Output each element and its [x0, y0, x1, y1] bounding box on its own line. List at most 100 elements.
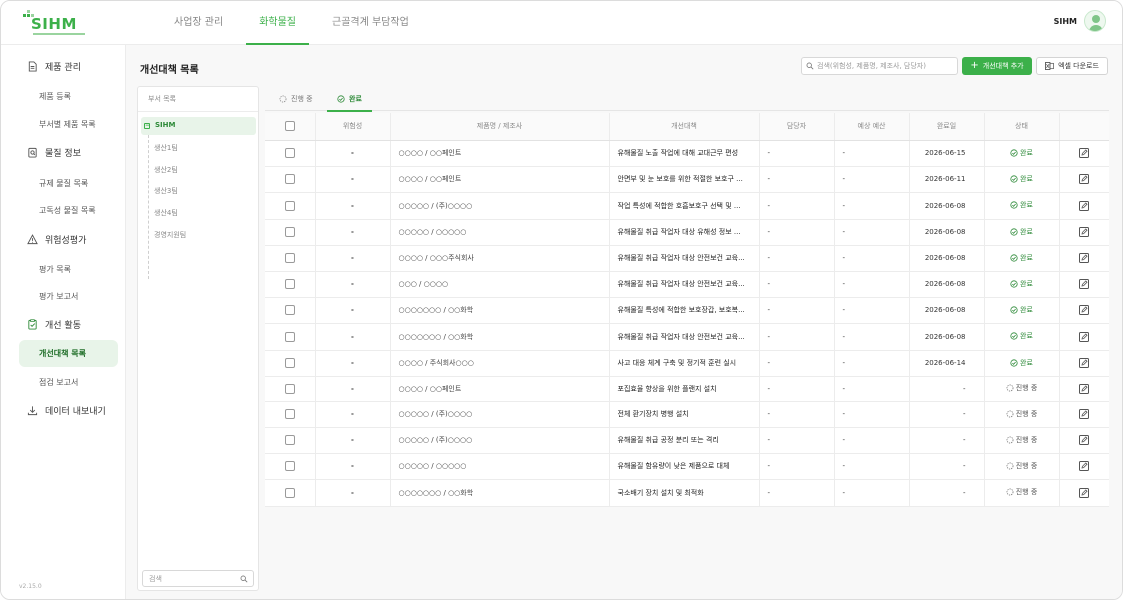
edit-cell [1059, 376, 1109, 402]
sidebar-group-risk[interactable]: 위험성평가 [27, 233, 86, 246]
col-header-product[interactable]: 제품명 / 제조사 [390, 113, 610, 141]
avatar[interactable] [1084, 10, 1106, 32]
col-header-date[interactable]: 완료일 [909, 113, 985, 141]
sidebar-group-export[interactable]: 데이터 내보내기 [27, 404, 106, 417]
row-checkbox[interactable] [284, 358, 295, 368]
col-header-budget[interactable]: 예상 예산 [834, 113, 910, 141]
edit-icon[interactable] [1079, 331, 1090, 342]
row-checkbox[interactable] [284, 200, 295, 211]
edit-icon[interactable] [1079, 279, 1090, 289]
sidebar-item-product-register[interactable]: 제품 등록 [39, 91, 71, 102]
check-circle-icon [337, 94, 345, 103]
row-checkbox[interactable] [284, 305, 295, 315]
edit-icon[interactable] [1079, 200, 1090, 211]
col-header-manager[interactable]: 담당자 [759, 113, 835, 141]
table-row[interactable]: - ○○○○○○○ / ○○화학 유해물질 특성에 적합한 보호장갑, 보호복...… [265, 297, 1109, 324]
budget-cell: - [834, 245, 910, 272]
col-header-measure[interactable]: 개선대책 [609, 113, 760, 141]
logo[interactable]: SIHM [21, 9, 85, 37]
table-row[interactable]: - ○○○○○○○ / ○○화학 국소배기 장치 설치 및 최적화 - - - 진행 중 [265, 479, 1109, 507]
table-row[interactable]: - ○○○○○ / ○○○○○ 유해물질 취급 작업자 대상 유해성 정보 ... -… [265, 219, 1109, 246]
sidebar-group-product[interactable]: 제품 관리 [27, 60, 81, 73]
edit-icon[interactable] [1079, 253, 1090, 263]
search-icon[interactable] [240, 575, 248, 583]
row-checkbox[interactable] [284, 383, 295, 394]
dept-root-item[interactable]: − SIHM [141, 117, 256, 135]
check-circle-icon [1010, 227, 1018, 236]
topnav-tab-musculoskeletal[interactable]: 근골격계 부담작업 [319, 1, 422, 45]
tab-completed[interactable]: 완료 [327, 86, 372, 112]
edit-icon[interactable] [1079, 435, 1090, 445]
topnav-tab-chemical[interactable]: 화학물질 [246, 1, 309, 45]
row-checkbox[interactable] [284, 174, 295, 184]
sidebar-item-eval-report[interactable]: 평가 보고서 [39, 291, 78, 302]
dept-search-box[interactable] [142, 570, 254, 587]
table-row[interactable]: - ○○○○ / ○○페인트 안면부 및 눈 보호를 위한 적절한 보호구 ... -… [265, 166, 1109, 193]
status-cell: 진행 중 [984, 427, 1060, 454]
dept-search-input[interactable] [149, 573, 237, 584]
row-checkbox[interactable] [284, 331, 295, 342]
clipboard-check-icon [28, 319, 37, 330]
manager-cell: - [759, 453, 835, 480]
row-checkbox[interactable] [284, 148, 295, 158]
collapse-icon[interactable]: − [144, 123, 150, 129]
add-improvement-button[interactable]: + 개선대책 추가 [962, 57, 1032, 75]
sidebar-group-substance[interactable]: 물질 정보 [27, 146, 81, 159]
dept-item[interactable]: 생산1팀 [154, 143, 178, 153]
edit-icon[interactable] [1079, 461, 1090, 471]
edit-icon[interactable] [1079, 305, 1090, 315]
dept-item[interactable]: 경영지원팀 [154, 230, 186, 240]
tab-in-progress[interactable]: 진행 중 [269, 86, 323, 111]
dept-item[interactable]: 생산3팀 [154, 186, 178, 196]
add-button-label: 개선대책 추가 [982, 62, 1024, 70]
col-header-status[interactable]: 상태 [984, 113, 1060, 141]
table-row[interactable]: - ○○○○○ / (주)○○○○ 유해물질 취급 공정 분리 또는 격리 - - - 진행… [265, 427, 1109, 454]
row-checkbox[interactable] [284, 461, 295, 471]
table-row[interactable]: - ○○○○○ / (주)○○○○ 전체 환기장치 병행 설치 - - - 진행 중 [265, 401, 1109, 428]
top-nav: 사업장 관리 화학물질 근골격계 부담작업 [161, 1, 432, 45]
risk-cell: - [315, 427, 391, 454]
status-label: 진행 중 [1015, 435, 1038, 444]
sidebar-item-high-toxicity[interactable]: 고독성 물질 목록 [39, 205, 96, 216]
sidebar-item-eval-list[interactable]: 평가 목록 [39, 264, 71, 275]
sidebar-item-regulated[interactable]: 규제 물질 목록 [39, 178, 88, 189]
table-row[interactable]: - ○○○○ / ○○페인트 포집효율 향상을 위한 플랜지 설치 - - - 진행 중 [265, 376, 1109, 402]
sidebar-group-improvement[interactable]: 개선 활동 [27, 318, 81, 331]
col-header-risk[interactable]: 위험성 [315, 113, 391, 141]
search-box[interactable] [801, 57, 958, 75]
edit-icon[interactable] [1079, 227, 1090, 237]
edit-icon[interactable] [1079, 174, 1090, 184]
edit-icon[interactable] [1079, 148, 1090, 158]
excel-download-button[interactable]: 엑셀 다운로드 [1036, 57, 1108, 75]
select-all-checkbox[interactable] [284, 121, 295, 132]
topnav-tab-site[interactable]: 사업장 관리 [161, 1, 236, 45]
dept-item[interactable]: 생산4팀 [154, 208, 178, 218]
table-row[interactable]: - ○○○○○○○ / ○○화학 유해물질 취급 작업자 대상 안전보건 교육...… [265, 323, 1109, 351]
edit-cell [1059, 427, 1109, 454]
edit-icon[interactable] [1079, 409, 1090, 419]
row-checkbox[interactable] [284, 279, 295, 289]
sidebar-item-dept-products[interactable]: 부서별 제품 목록 [39, 119, 96, 130]
table-row[interactable]: - ○○○○○ / ○○○○○ 유해물질 함유량이 낮은 제품으로 대체 - - - 진행 … [265, 453, 1109, 480]
edit-icon[interactable] [1079, 487, 1090, 498]
row-checkbox[interactable] [284, 435, 295, 445]
edit-icon[interactable] [1079, 358, 1090, 368]
row-select-cell [265, 219, 316, 246]
table-row[interactable]: - ○○○○○ / (주)○○○○ 작업 특성에 적합한 호흡보호구 선택 및 ..… [265, 192, 1109, 220]
table-row[interactable]: - ○○○○ / ○○페인트 유해물질 노출 작업에 대해 교대근무 편성 - -202… [265, 140, 1109, 167]
edit-icon[interactable] [1079, 383, 1090, 394]
table-row[interactable]: - ○○○○ / 주식회사○○○ 사고 대응 체계 구축 및 정기적 훈련 실시 - -… [265, 350, 1109, 377]
row-checkbox[interactable] [284, 409, 295, 419]
row-checkbox[interactable] [284, 487, 295, 498]
table-row[interactable]: - ○○○ / ○○○○ 유해물질 취급 작업자 대상 안전보건 교육... - -20… [265, 271, 1109, 298]
sidebar-item-inspection-report[interactable]: 점검 보고서 [39, 377, 78, 388]
row-checkbox[interactable] [284, 253, 295, 263]
row-checkbox[interactable] [284, 227, 295, 237]
table-row[interactable]: - ○○○○ / ○○○주식회사 유해물질 취급 작업자 대상 안전보건 교육...… [265, 245, 1109, 272]
dept-item[interactable]: 생산2팀 [154, 165, 178, 175]
user-menu[interactable]: SIHM [1054, 10, 1106, 32]
search-input[interactable] [817, 60, 955, 72]
warning-icon [27, 234, 38, 245]
sidebar-item-improvement-list[interactable]: 개선대책 목록 [19, 340, 118, 367]
status-cell: 진행 중 [984, 376, 1060, 402]
